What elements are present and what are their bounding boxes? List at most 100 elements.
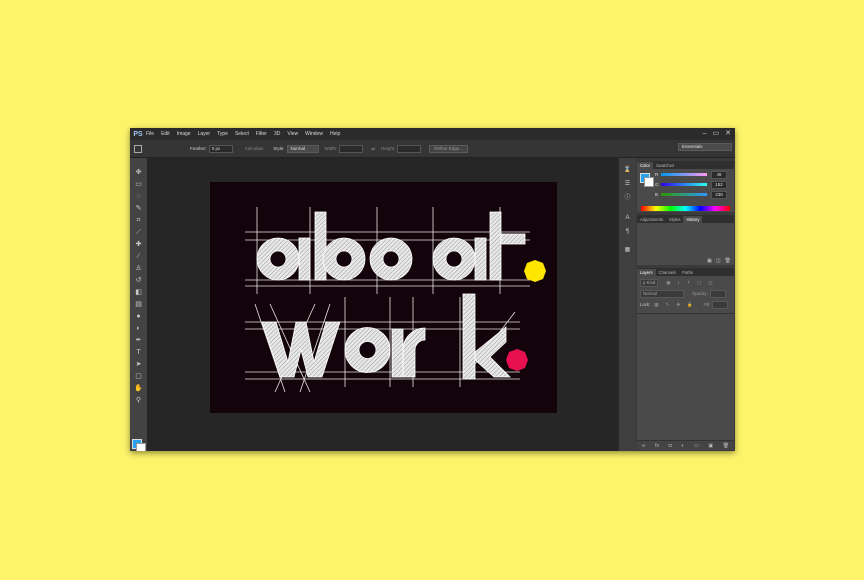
tab-channels[interactable]: Channels [656, 269, 680, 276]
tab-paths[interactable]: Paths [679, 269, 696, 276]
tab-adjustments[interactable]: Adjustments [637, 216, 666, 223]
properties-panel-icon[interactable]: ☰ [623, 180, 632, 189]
dodge-tool-icon[interactable]: ◐ [134, 324, 143, 333]
delete-layer-icon[interactable]: 🗑 [723, 443, 729, 449]
menu-file[interactable]: File [146, 131, 154, 137]
adjustment-layer-icon[interactable]: ◐ [681, 443, 684, 449]
menu-select[interactable]: Select [235, 131, 249, 137]
feather-input[interactable]: 0 px [208, 144, 233, 153]
kind-filter-select[interactable]: ρ Kind [640, 278, 659, 287]
new-document-icon[interactable]: ▣ [707, 258, 712, 264]
tab-layers[interactable]: Layers [637, 269, 656, 276]
minimize-button[interactable]: – [703, 129, 707, 138]
pen-tool-icon[interactable]: ✒ [134, 336, 143, 345]
pink-dot [506, 349, 528, 371]
red-slider-row: R 46 [655, 170, 727, 179]
gradient-tool-icon[interactable]: ▤ [134, 300, 143, 309]
anti-alias-checkbox[interactable]: Anti-alias [245, 146, 264, 151]
color-spectrum[interactable] [641, 206, 730, 211]
zoom-tool-icon[interactable]: ⚲ [134, 396, 143, 405]
feather-label: Feather: [190, 146, 207, 151]
hand-tool-icon[interactable]: ✋ [134, 384, 143, 393]
refine-edge-button[interactable]: Refine Edge... [429, 144, 468, 153]
paragraph-panel-icon[interactable]: ¶ [623, 228, 632, 237]
menu-bar: PS File Edit Image Layer Type Select Fil… [130, 128, 735, 140]
tab-styles[interactable]: Styles [666, 216, 683, 223]
blur-tool-icon[interactable]: ● [134, 312, 143, 321]
divider [637, 313, 734, 314]
layer-style-icon[interactable]: fx [655, 443, 659, 449]
height-input[interactable] [397, 144, 422, 153]
add-mask-icon[interactable]: ◘ [669, 443, 672, 449]
trash-icon[interactable]: 🗑 [725, 258, 731, 264]
crop-tool-icon[interactable]: ⌗ [134, 216, 143, 225]
blue-value[interactable]: 238 [711, 190, 727, 199]
quick-select-tool-icon[interactable]: ✎ [134, 204, 143, 213]
marquee-tool-icon[interactable]: ▭ [134, 180, 143, 189]
info-panel-icon[interactable]: ⓘ [623, 194, 632, 203]
history-brush-icon[interactable]: ↺ [134, 276, 143, 285]
style-select[interactable]: Normal [286, 144, 319, 153]
word-about [256, 211, 526, 281]
fill-input[interactable] [712, 300, 729, 309]
eraser-tool-icon[interactable]: ◧ [134, 288, 143, 297]
layer-comps-icon[interactable]: ▦ [623, 246, 632, 255]
background-color-swatch[interactable] [136, 443, 146, 451]
path-select-tool-icon[interactable]: ➤ [134, 360, 143, 369]
menu-layer[interactable]: Layer [198, 131, 211, 137]
width-input[interactable] [339, 144, 364, 153]
lock-icons[interactable]: ▦ ✎ ✥ 🔒 [654, 302, 695, 308]
close-button[interactable]: ✕ [725, 129, 731, 138]
panel-bg-swatch[interactable] [644, 177, 654, 187]
tab-history[interactable]: History [683, 216, 703, 223]
snapshot-icon[interactable]: ◫ [716, 258, 721, 264]
healing-tool-icon[interactable]: ✚ [134, 240, 143, 249]
brush-tool-icon[interactable]: ∕ [134, 252, 143, 261]
blue-slider[interactable] [661, 193, 707, 196]
history-footer: ▣ ◫ 🗑 [707, 258, 731, 264]
green-slider[interactable] [661, 183, 707, 186]
menu-window[interactable]: Window [305, 131, 323, 137]
character-panel-icon[interactable]: A [623, 214, 632, 223]
menu-3d[interactable]: 3D [274, 131, 280, 137]
menu-type[interactable]: Type [217, 131, 228, 137]
adjustments-panel: Adjustments Styles History ▣ ◫ 🗑 [637, 215, 734, 265]
filter-icons[interactable]: ▣ ◐ T ▢ ◫ [666, 280, 715, 286]
workspace-select[interactable]: Essentials [678, 143, 732, 151]
opacity-input[interactable] [709, 289, 726, 298]
menu-help[interactable]: Help [330, 131, 340, 137]
move-tool-icon[interactable]: ✥ [134, 168, 143, 177]
menu-view[interactable]: View [287, 131, 298, 137]
menu-image[interactable]: Image [177, 131, 191, 137]
lasso-tool-icon[interactable]: ◌ [134, 192, 143, 201]
link-layers-icon[interactable]: ∞ [642, 443, 646, 449]
swap-icon[interactable]: ⇄ [371, 146, 375, 152]
artwork: about work [245, 207, 546, 393]
marquee-tool-icon[interactable] [134, 144, 142, 153]
green-value[interactable]: 152 [711, 180, 727, 189]
blue-slider-row: B 238 [655, 190, 727, 199]
type-tool-icon[interactable]: T [134, 348, 143, 357]
maximize-button[interactable]: ▭ [713, 129, 720, 138]
stamp-tool-icon[interactable]: ♙ [134, 264, 143, 273]
menu-filter[interactable]: Filter [256, 131, 267, 137]
layer-filter-row: ρ Kind ▣ ◐ T ▢ ◫ [640, 278, 715, 287]
history-panel-icon[interactable]: ⌛ [623, 166, 632, 175]
tab-swatches[interactable]: Swatches [653, 162, 677, 169]
blend-mode-select[interactable]: Normal [640, 289, 684, 298]
shape-tool-icon[interactable]: ▢ [134, 372, 143, 381]
tab-color[interactable]: Color [637, 162, 654, 169]
style-label: Style: [273, 146, 285, 151]
new-layer-icon[interactable]: ▣ [708, 443, 713, 449]
photoshop-window: PS File Edit Image Layer Type Select Fil… [130, 128, 735, 451]
menu-edit[interactable]: Edit [161, 131, 170, 137]
red-value[interactable]: 46 [711, 170, 727, 179]
color-panel: Color Swatches R 46 G 152 B 238 [637, 161, 734, 212]
lock-row: Lock: ▦ ✎ ✥ 🔒 Fill: [640, 300, 729, 309]
width-label: Width: [324, 146, 338, 151]
eyedropper-tool-icon[interactable]: ⟋ [134, 228, 143, 237]
red-slider[interactable] [661, 173, 707, 176]
canvas[interactable]: about work [210, 182, 557, 413]
new-group-icon[interactable]: ▭ [694, 443, 699, 449]
green-slider-row: G 152 [655, 180, 727, 189]
